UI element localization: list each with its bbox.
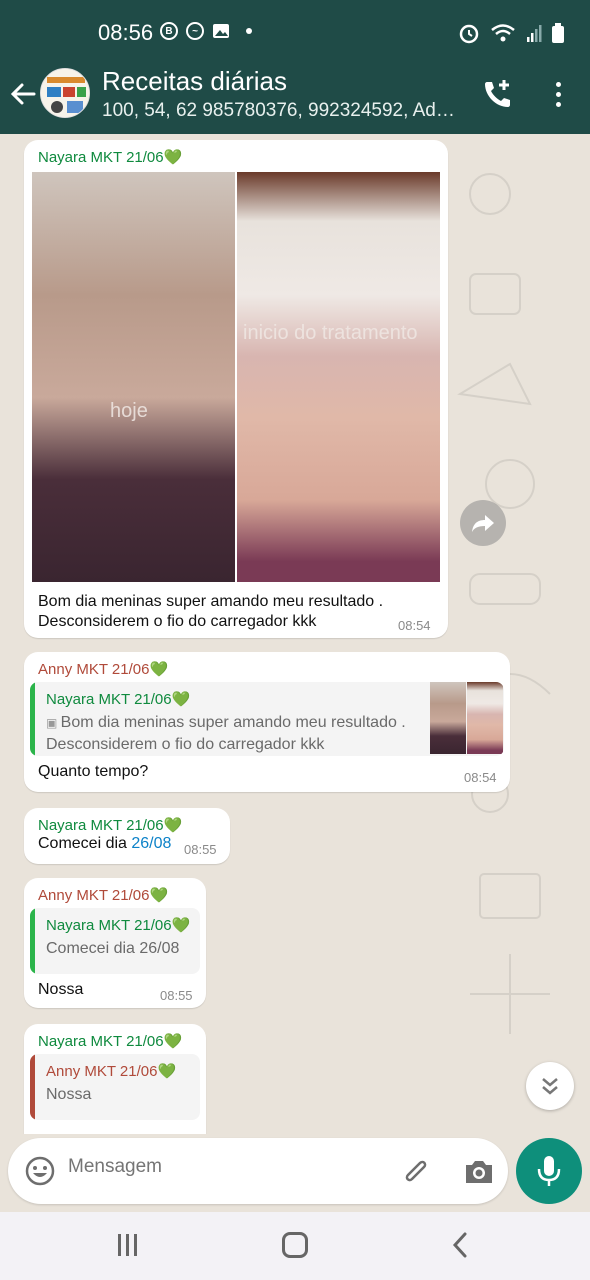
quoted-sender: Anny MKT 21/06💚 [46, 1063, 177, 1080]
back-button[interactable] [8, 78, 38, 110]
more-options-dot [555, 91, 561, 97]
message-time: 08:54 [398, 618, 431, 633]
message-time: 08:55 [184, 842, 217, 857]
photo-small-icon: ▣ [46, 716, 61, 730]
group-title[interactable]: Receitas diárias [102, 66, 287, 97]
message-sender[interactable]: Anny MKT 21/06💚 [38, 660, 168, 678]
message-image-bubble[interactable]: Nayara MKT 21/06💚 hoje inicio do tratame… [24, 140, 448, 638]
message-composer [8, 1138, 508, 1204]
group-members[interactable]: 100, 54, 62 985780376, 992324592, Adel..… [102, 100, 462, 122]
b-notification-icon: B [160, 22, 178, 40]
add-call-icon [485, 80, 510, 107]
quoted-text-line-2: Desconsiderem o fio do carregador kkk [46, 736, 325, 753]
photo-label-today: hoje [110, 400, 148, 422]
chat-area[interactable]: Nayara MKT 21/06💚 hoje inicio do tratame… [0, 134, 590, 1134]
mic-button[interactable] [516, 1138, 582, 1204]
wallpaper-doodles [457, 173, 551, 1034]
quoted-thumbnail-today [430, 682, 466, 754]
quoted-thumbnail-start [467, 682, 503, 754]
system-navigation-bar [0, 1212, 590, 1280]
more-options-icon [555, 81, 561, 87]
photo-label-start: inicio do tratamento [243, 322, 418, 344]
message-bubble[interactable]: Nayara MKT 21/06💚 Comecei dia 26/08 08:5… [24, 808, 230, 864]
group-avatar-image [41, 69, 89, 117]
notification-icons: B ~ [160, 22, 252, 40]
forward-icon [472, 515, 494, 532]
message-sender[interactable]: Nayara MKT 21/06💚 [38, 816, 182, 834]
forward-button[interactable] [460, 500, 506, 546]
nav-back-icon[interactable] [446, 1230, 476, 1260]
system-icons [458, 22, 564, 44]
message-reply-bubble[interactable]: Anny MKT 21/06💚 Nayara MKT 21/06💚 ▣ Bom … [24, 652, 510, 792]
more-options-button[interactable] [546, 76, 570, 112]
quoted-text: ▣ Bom dia meninas super amando meu resul… [46, 712, 416, 755]
message-sender[interactable]: Anny MKT 21/06💚 [38, 886, 168, 904]
message-text-line: Desconsiderem o fio do carregador kkk [38, 613, 317, 630]
group-avatar[interactable] [40, 68, 90, 118]
quoted-message[interactable]: Nayara MKT 21/06💚 ▣ Bom dia meninas supe… [30, 682, 504, 756]
camera-icon[interactable] [462, 1156, 496, 1188]
quoted-text-line-1: Bom dia meninas super amando meu resulta… [60, 714, 406, 731]
quoted-sender: Nayara MKT 21/06💚 [46, 691, 191, 708]
gallery-icon [213, 24, 229, 38]
more-options-dot [555, 101, 561, 107]
recents-button[interactable] [118, 1234, 142, 1258]
mic-icon [537, 1156, 561, 1186]
message-text-line: Bom dia meninas super amando meu resulta… [38, 593, 384, 610]
recents-icon [118, 1234, 121, 1256]
quoted-text-line: ▣ Bom dia meninas super amando meu resul… [46, 712, 416, 734]
message-text: Nossa [38, 981, 84, 998]
status-bar: 08:56 B ~ [0, 0, 590, 54]
message-sender[interactable]: Nayara MKT 21/06💚 [38, 148, 182, 166]
message-sender[interactable]: Nayara MKT 21/06💚 [38, 1032, 182, 1050]
more-notifications-dot [246, 28, 252, 34]
message-text: Quanto tempo? [38, 763, 149, 780]
date-link[interactable]: 26/08 [131, 835, 171, 852]
message-reply-bubble[interactable]: Anny MKT 21/06💚 Nayara MKT 21/06💚 Comece… [24, 878, 206, 1008]
photo-today[interactable]: hoje [32, 172, 235, 582]
message-reply-bubble[interactable]: Nayara MKT 21/06💚 Anny MKT 21/06💚 Nossa [24, 1024, 206, 1134]
status-time: 08:56 [98, 20, 154, 45]
message-text: Bom dia meninas super amando meu resulta… [38, 592, 418, 632]
recents-bar [134, 1234, 137, 1256]
attach-icon[interactable] [398, 1155, 432, 1189]
add-call-button[interactable] [480, 76, 516, 112]
scroll-down-icon [542, 1078, 558, 1095]
wifi-icon [491, 24, 515, 42]
message-input[interactable] [68, 1156, 368, 1178]
alarm-icon [459, 24, 479, 44]
messenger-icon: ~ [186, 22, 204, 40]
signal-icon [527, 25, 542, 42]
battery-icon [552, 23, 564, 43]
recents-bar [126, 1234, 129, 1256]
message-text-content: Comecei dia [38, 835, 132, 852]
home-button[interactable] [282, 1232, 308, 1258]
quoted-text: Nossa [46, 1086, 92, 1103]
emoji-icon[interactable] [24, 1155, 56, 1187]
quoted-message[interactable]: Nayara MKT 21/06💚 Comecei dia 26/08 [30, 908, 200, 974]
scroll-down-button[interactable] [526, 1062, 574, 1110]
chat-header: Receitas diárias 100, 54, 62 985780376, … [0, 54, 590, 134]
quoted-message[interactable]: Anny MKT 21/06💚 Nossa [30, 1054, 200, 1120]
photo-start[interactable]: inicio do tratamento [237, 172, 440, 582]
quoted-sender: Nayara MKT 21/06💚 [46, 917, 191, 934]
quoted-text: Comecei dia 26/08 [46, 940, 180, 957]
message-time: 08:55 [160, 988, 193, 1003]
message-time: 08:54 [464, 770, 497, 785]
back-arrow-icon [10, 83, 36, 105]
message-text: Comecei dia 26/08 [38, 834, 171, 854]
